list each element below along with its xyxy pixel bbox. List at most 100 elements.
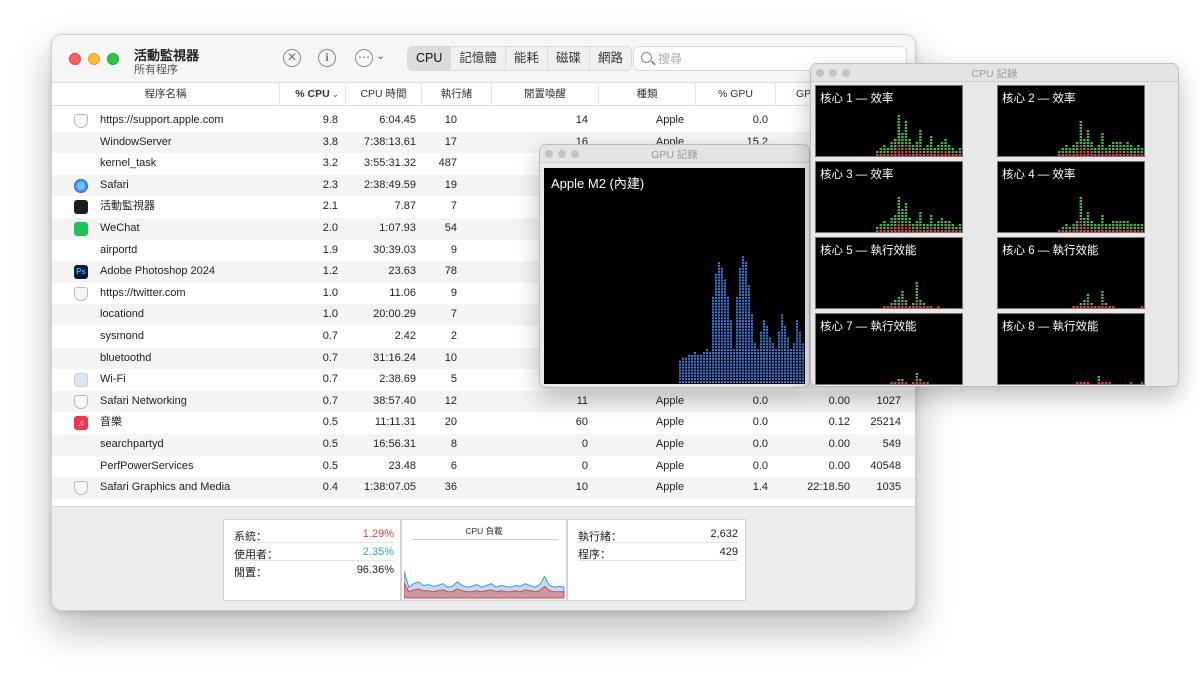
- table-row[interactable]: searchpartyd 0.5 16:56.31 8 0 Apple 0.0 0.00 549: [52, 434, 915, 456]
- cpu-history-titlebar[interactable]: CPU 記錄: [811, 64, 1178, 82]
- gpu-bar-cell: [739, 331, 741, 334]
- tab-cpu[interactable]: CPU: [408, 47, 452, 70]
- core-usage-cell: [915, 148, 918, 150]
- gpu-bar-cell: [760, 363, 762, 366]
- gpu-bar-cell: [772, 372, 774, 375]
- gpu-bar-cell: [730, 325, 732, 328]
- column-header-threads[interactable]: 執行緒: [422, 83, 492, 106]
- gpu-bar-cell: [682, 366, 684, 369]
- gpu-bar-cell: [745, 323, 747, 325]
- gpu-bar-cell: [775, 381, 777, 383]
- core-usage-cell: [904, 145, 908, 147]
- core-usage-cell: [912, 230, 915, 232]
- column-header-kind[interactable]: 種類: [599, 83, 696, 106]
- core-usage-cell: [1083, 139, 1086, 141]
- core-usage-cell: [933, 224, 936, 226]
- core-usage-cell: [897, 139, 900, 141]
- gpu-bar-cell: [736, 343, 738, 346]
- summary-bar: 系統： 1.29% 使用者： 2.35% 閒置： 96.36% CPU 負載 執…: [52, 506, 915, 610]
- gpu-bar-cell: [787, 381, 789, 383]
- gpu-bar-cell: [682, 360, 684, 363]
- core-usage-cell: [926, 224, 929, 226]
- gpu-bar-cell: [778, 337, 780, 340]
- chevron-down-icon[interactable]: ⌄: [376, 49, 385, 62]
- tab-memory[interactable]: 記憶體: [451, 47, 506, 70]
- core-usage-cell: [890, 221, 893, 223]
- gpu-bar-cell: [727, 334, 729, 337]
- table-row[interactable]: https://support.apple.com 9.8 6:04.45 10 14 A…: [52, 110, 915, 132]
- gpu-bar-cell: [712, 366, 714, 369]
- tab-network[interactable]: 網路: [590, 47, 631, 70]
- core-usage-cell: [901, 294, 904, 296]
- core-usage-cell: [915, 224, 918, 226]
- gpu-bar-cell: [748, 331, 750, 334]
- core-usage-cell: [1112, 230, 1115, 232]
- gpu-bar-cell: [721, 270, 723, 273]
- gpu-bar-cell: [745, 311, 747, 314]
- gpu-bar-cell: [718, 314, 720, 317]
- gpu-bar-cell: [748, 372, 750, 375]
- gpu-bar-cell: [799, 366, 801, 369]
- core-usage-cell: [926, 154, 929, 156]
- gpu-bar-cell: [781, 349, 783, 352]
- column-header-gpu[interactable]: % GPU: [696, 83, 776, 106]
- shield-icon: [74, 114, 88, 128]
- gpu-history-window[interactable]: GPU 記錄 Apple M2 (內建): [539, 144, 810, 388]
- gpu-bar-cell: [721, 276, 723, 279]
- core-usage-cell: [1104, 224, 1108, 226]
- gpu-bar-cell: [796, 320, 798, 323]
- threads-value: 2,632: [710, 528, 738, 540]
- core-usage-cell: [933, 151, 936, 153]
- gpu-bar-cell: [757, 360, 759, 363]
- minimize-window-button[interactable]: [88, 53, 100, 65]
- column-header-cpu-time[interactable]: CPU 時間: [346, 83, 422, 106]
- x-circle-icon[interactable]: ✕: [283, 49, 301, 67]
- gpu-bar-cell: [754, 360, 756, 363]
- core-usage-cell: [904, 139, 908, 141]
- gpu-bar-cell: [793, 366, 795, 369]
- column-header-idle-wakes[interactable]: 閒置喚醒: [492, 83, 599, 106]
- table-row[interactable]: PerfPowerServices 0.5 23.48 6 0 Apple 0.0 0.00 4…: [52, 456, 915, 478]
- app-subtitle[interactable]: 所有程序: [134, 61, 178, 77]
- column-header-name[interactable]: 程序名稱: [52, 83, 280, 106]
- core-usage-cell: [1126, 154, 1129, 156]
- core-usage-cell: [1079, 200, 1082, 202]
- core-usage-cell: [940, 151, 944, 153]
- tab-energy[interactable]: 能耗: [506, 47, 548, 70]
- gpu-bar-cell: [721, 375, 723, 378]
- gpu-bar-cell: [793, 378, 795, 381]
- core-usage-cell: [890, 148, 893, 150]
- table-row[interactable]: ♫ 音樂 0.5 11:11.31 20 60 Apple 0.0 0.12 25214: [52, 412, 915, 434]
- table-row[interactable]: Safari Graphics and Media 0.4 1:38:07.05 36…: [52, 477, 915, 499]
- core-usage-cell: [1079, 224, 1082, 226]
- gpu-bar-cell: [769, 352, 771, 354]
- close-window-button[interactable]: [69, 53, 81, 65]
- gpu-bar-cell: [721, 299, 723, 302]
- core-usage-cell: [1079, 124, 1082, 126]
- core-usage-cell: [894, 227, 897, 229]
- gpu-bar-cell: [742, 331, 744, 334]
- gpu-bar-cell: [718, 273, 720, 276]
- core-5-graph: 核心 5 — 執行效能: [815, 237, 963, 309]
- gpu-history-titlebar[interactable]: GPU 記錄: [540, 145, 809, 163]
- gpu-bar-cell: [715, 328, 717, 331]
- core-usage-cell: [897, 379, 900, 381]
- info-circle-icon[interactable]: i: [318, 49, 336, 67]
- gpu-bar-cell: [754, 375, 756, 378]
- gpu-bar-cell: [721, 282, 723, 285]
- ellipsis-circle-icon[interactable]: ⋯: [355, 49, 373, 67]
- gpu-bar-cell: [742, 372, 744, 375]
- tab-disk[interactable]: 磁碟: [548, 47, 590, 70]
- cell-cpu: 9.8: [322, 114, 338, 126]
- table-row[interactable]: Safari Networking 0.7 38:57.40 12 11 Apple 0.0…: [52, 390, 915, 413]
- core-usage-cell: [948, 227, 951, 229]
- gpu-bar-cell: [697, 375, 699, 378]
- column-header-cpu[interactable]: % CPU ⌄: [280, 83, 346, 106]
- gpu-bar-cell: [730, 378, 732, 381]
- gpu-bar-cell: [745, 378, 747, 381]
- cpu-history-window[interactable]: CPU 記錄 核心 1 — 效率 核心 2 — 效率 核心 3 — 效率 核心 4 —…: [810, 63, 1179, 387]
- core-usage-cell: [897, 121, 900, 123]
- zoom-window-button[interactable]: [107, 53, 119, 65]
- core-usage-cell: [1083, 224, 1086, 226]
- core-usage-cell: [915, 303, 918, 305]
